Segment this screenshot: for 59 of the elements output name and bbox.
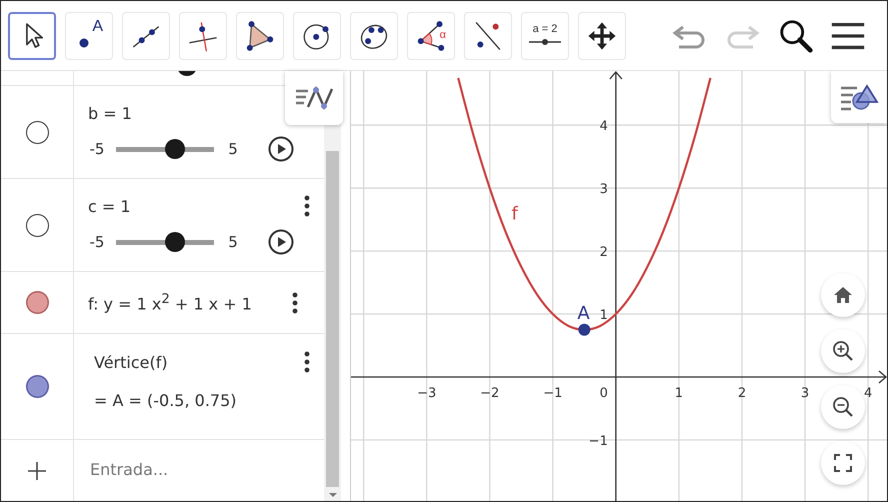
slider-min: -5 <box>88 140 106 158</box>
zoom-in-icon <box>832 340 854 362</box>
slider-thumb[interactable] <box>164 139 185 159</box>
point-label: A <box>577 302 590 324</box>
more-options-icon[interactable] <box>304 195 310 217</box>
curve-label: f <box>512 204 518 225</box>
tick-label: −2 <box>480 386 500 401</box>
tool-label: A <box>92 20 103 34</box>
fullscreen-button[interactable] <box>821 441 865 485</box>
function-graph[interactable]: −3 −2 −1 0 1 2 3 4 −1 1 2 3 4 f A <box>351 71 887 501</box>
function-definition: f: y = 1 x$^{2}$ + 1 x + 1 <box>88 292 252 314</box>
tick-label: −1 <box>543 386 562 401</box>
slider-max: 5 <box>227 140 239 158</box>
point-value: = A = (-0.5, 0.75) <box>94 391 238 410</box>
visibility-toggle[interactable] <box>26 375 48 398</box>
tick-label: 3 <box>800 386 810 401</box>
fullscreen-icon <box>833 453 853 473</box>
tick-label: −3 <box>417 386 436 401</box>
tool-label: α <box>440 28 446 42</box>
tick-label: 3 <box>600 182 608 198</box>
slider-thumb[interactable] <box>164 232 185 252</box>
plus-icon[interactable] <box>27 460 47 480</box>
play-button[interactable] <box>268 229 294 255</box>
graphics-style-button[interactable] <box>831 71 887 123</box>
parabola-curve[interactable] <box>457 78 712 331</box>
zoom-out-button[interactable] <box>821 385 865 429</box>
tool-button[interactable] <box>8 12 56 60</box>
tick-label: 1 <box>600 308 608 324</box>
zoom-in-button[interactable] <box>821 329 865 373</box>
more-options-icon[interactable] <box>304 351 310 373</box>
zoom-out-icon <box>832 396 854 418</box>
home-button[interactable] <box>821 273 865 317</box>
scrollbar-thumb[interactable] <box>326 151 339 487</box>
slider-definition: c = 1 <box>88 196 131 216</box>
point[interactable] <box>578 324 590 336</box>
visibility-toggle[interactable] <box>26 214 48 236</box>
slider-min: -5 <box>88 233 106 251</box>
tick-label: 2 <box>600 245 608 260</box>
tick-label: 1 <box>674 386 684 401</box>
tool-button[interactable]: α <box>407 12 455 60</box>
command-definition: Vértice(f) <box>94 352 168 372</box>
more-options-icon[interactable] <box>292 292 298 314</box>
tool-button[interactable]: A <box>65 12 113 60</box>
slider-max: 5 <box>227 233 239 251</box>
visibility-toggle[interactable] <box>26 120 48 144</box>
point-icon <box>79 38 89 48</box>
tick-label: 4 <box>600 119 608 134</box>
home-icon <box>833 285 853 305</box>
tick-label: 2 <box>738 386 746 401</box>
tick-label: 4 <box>864 386 872 401</box>
visibility-toggle[interactable] <box>26 291 48 314</box>
tool-label: a = 2 <box>532 23 558 35</box>
algebra-style-button[interactable] <box>285 71 343 125</box>
play-button[interactable] <box>268 136 294 162</box>
shapes-icon <box>839 82 879 112</box>
slider-definition: b = 1 <box>88 104 132 122</box>
tick-label: −1 <box>588 434 608 449</box>
origin-label: 0 <box>600 386 608 401</box>
tool-button[interactable]: a = 2 <box>521 12 569 60</box>
